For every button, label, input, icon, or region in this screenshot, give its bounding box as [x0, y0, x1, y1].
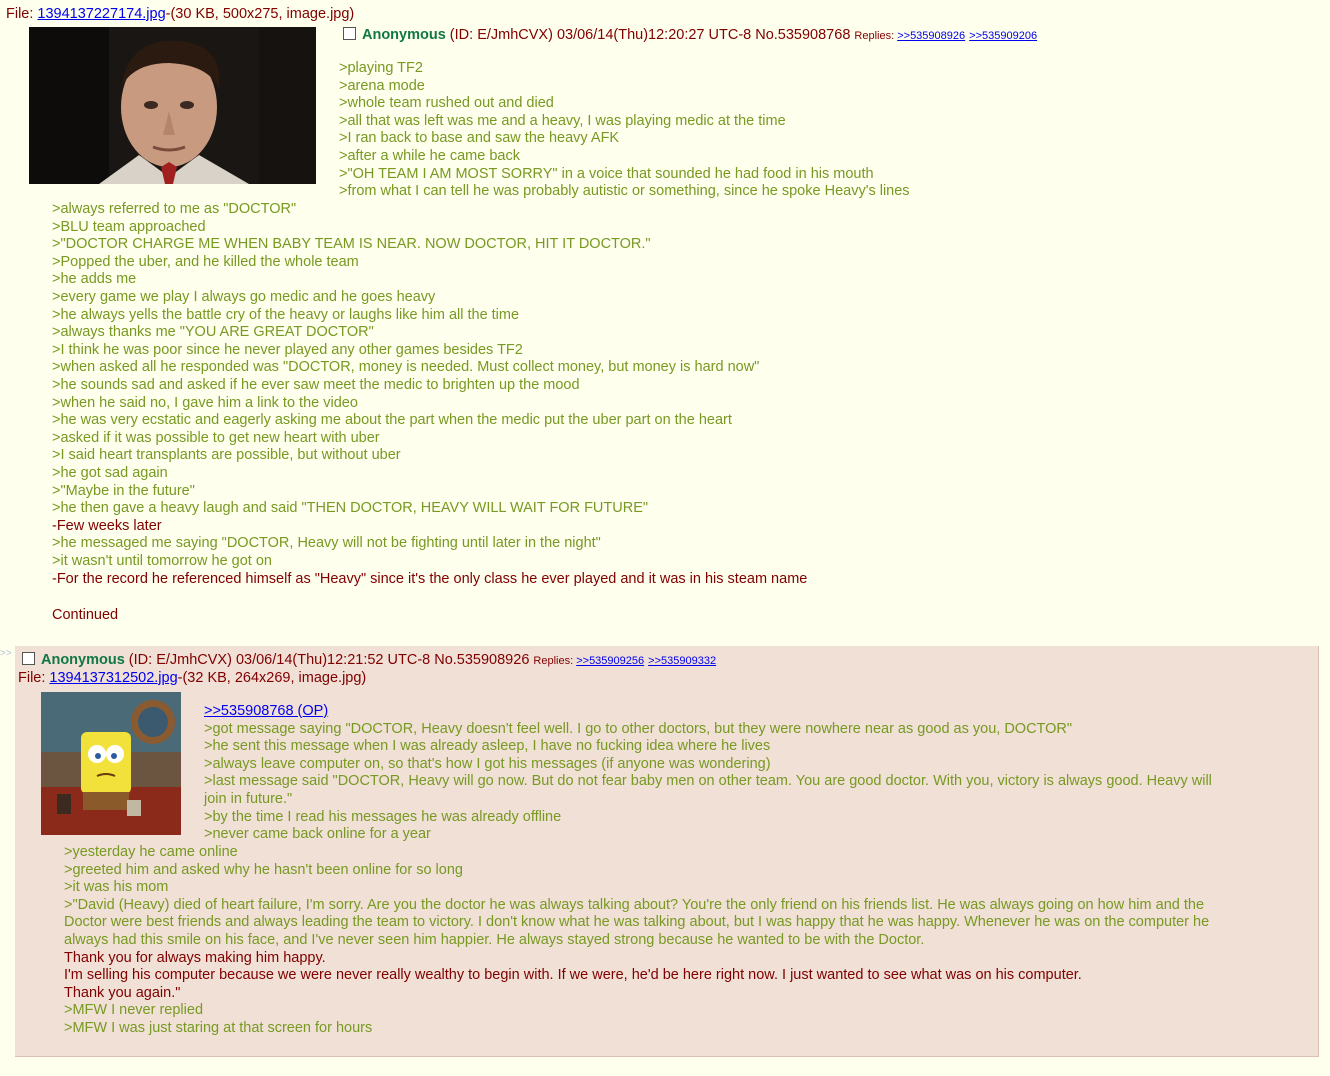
op-line: >"OH TEAM I AM MOST SORRY" in a voice th…	[339, 165, 874, 182]
reply-file-info: File: 1394137312502.jpg-(32 KB, 264x269,…	[18, 670, 366, 686]
reply-line: >"David (Heavy) died of heart failure, I…	[64, 896, 1205, 913]
reply-file-meta: -(32 KB, 264x269, image.jpg)	[177, 670, 367, 686]
reply-thumbnail[interactable]	[41, 692, 181, 835]
op-line: >he messaged me saying "DOCTOR, Heavy wi…	[52, 535, 601, 552]
spongebob-image	[41, 692, 181, 835]
reply-line: >yesterday he came online	[64, 844, 238, 860]
reply-poster-name: Anonymous	[41, 652, 125, 668]
op-file-label: File:	[6, 6, 38, 22]
op-file-link[interactable]: 1394137227174.jpg	[37, 6, 165, 22]
op-line: -Few weeks later	[52, 517, 162, 534]
reply-line: always had this smile on his face, and I…	[64, 932, 925, 948]
op-line: >whole team rushed out and died	[339, 95, 554, 112]
op-line: >Popped the uber, and he killed the whol…	[52, 253, 359, 270]
op-line: >he was very ecstatic and eagerly asking…	[52, 412, 732, 429]
op-line: >"Maybe in the future"	[52, 482, 195, 499]
reply-line: >got message saying "DOCTOR, Heavy doesn…	[204, 720, 1073, 737]
op-select-checkbox[interactable]	[343, 27, 356, 40]
op-line-continued: Continued	[52, 606, 119, 623]
op-line: >I said heart transplants are possible, …	[52, 447, 401, 464]
reply-line: join in future."	[204, 790, 293, 807]
op-thumbnail[interactable]	[29, 27, 316, 184]
reply-file-link[interactable]: 1394137312502.jpg	[49, 670, 177, 686]
op-line: >he adds me	[52, 271, 137, 288]
op-line: >BLU team approached	[52, 218, 206, 235]
reply-line: >always leave computer on, so that's how…	[204, 755, 771, 772]
op-line: >all that was left was me and a heavy, I…	[339, 112, 786, 129]
reply-file-label: File:	[18, 670, 50, 686]
reply-line: Thank you again."	[64, 984, 181, 1001]
op-line: >always referred to me as "DOCTOR"	[52, 201, 297, 217]
reply-line: Doctor were best friends and always lead…	[64, 914, 1210, 931]
reply-line: I'm selling his computer because we were…	[64, 967, 1082, 984]
op-line: >asked if it was possible to get new hea…	[52, 429, 380, 446]
reply-select-checkbox[interactable]	[22, 652, 35, 665]
op-line: >"DOCTOR CHARGE ME WHEN BABY TEAM IS NEA…	[52, 236, 651, 253]
op-poster-name: Anonymous	[362, 27, 446, 43]
op-line: >I ran back to base and saw the heavy AF…	[339, 130, 620, 147]
reply-line: >by the time I read his messages he was …	[204, 808, 562, 825]
reply-quote-link[interactable]: >>535908768 (OP)	[204, 703, 328, 721]
reply-line: >MFW I was just staring at that screen f…	[64, 1020, 373, 1036]
op-line: >always thanks me "YOU ARE GREAT DOCTOR"	[52, 324, 374, 341]
op-file-info: File: 1394137227174.jpg-(30 KB, 500x275,…	[6, 6, 354, 22]
op-post-meta: (ID: E/JmhCVX) 03/06/14(Thu)12:20:27 UTC…	[445, 27, 855, 43]
reply-line: >never came back online for a year	[204, 826, 431, 843]
medic-image	[29, 27, 316, 184]
op-line: >I think he was poor since he never play…	[52, 341, 523, 358]
reply-line: Thank you for always making him happy.	[64, 949, 326, 966]
op-line: -For the record he referenced himself as…	[52, 570, 808, 587]
op-line: >he got sad again	[52, 465, 168, 481]
op-line: >it wasn't until tomorrow he got on	[52, 553, 272, 569]
reply-replies-label: Replies:	[533, 655, 577, 667]
reply-side-arrows: >>	[0, 648, 12, 659]
reply-line: >it was his mom	[64, 879, 169, 896]
reply-line: >last message said "DOCTOR, Heavy will g…	[204, 773, 1212, 790]
op-reply-link-1[interactable]: >>535908926	[897, 30, 965, 42]
op-line: >he sounds sad and asked if he ever saw …	[52, 377, 580, 393]
reply-reply-link-2[interactable]: >>535909332	[648, 655, 716, 667]
op-replies-label: Replies:	[854, 30, 898, 42]
op-line: >when asked all he responded was "DOCTOR…	[52, 359, 760, 376]
op-line: >arena mode	[339, 77, 425, 94]
op-line: >every game we play I always go medic an…	[52, 289, 436, 305]
op-line: >after a while he came back	[339, 148, 520, 164]
op-post-header: Anonymous (ID: E/JmhCVX) 03/06/14(Thu)12…	[343, 27, 1037, 43]
op-line: >from what I can tell he was probably au…	[339, 183, 910, 200]
op-line: >when he said no, I gave him a link to t…	[52, 394, 358, 411]
op-line: >he always yells the battle cry of the h…	[52, 306, 520, 323]
reply-post-header: Anonymous (ID: E/JmhCVX) 03/06/14(Thu)12…	[22, 652, 716, 668]
reply-post-meta: (ID: E/JmhCVX) 03/06/14(Thu)12:21:52 UTC…	[124, 652, 534, 668]
reply-reply-link-1[interactable]: >>535909256	[576, 655, 644, 667]
op-file-meta: -(30 KB, 500x275, image.jpg)	[165, 6, 355, 22]
op-line: >he then gave a heavy laugh and said "TH…	[52, 500, 649, 517]
reply-line: >he sent this message when I was already…	[204, 738, 771, 755]
op-reply-link-2[interactable]: >>535909206	[969, 30, 1037, 42]
op-line: >playing TF2	[339, 60, 423, 76]
reply-line: >MFW I never replied	[64, 1002, 204, 1019]
reply-line: >greeted him and asked why he hasn't bee…	[64, 861, 463, 878]
